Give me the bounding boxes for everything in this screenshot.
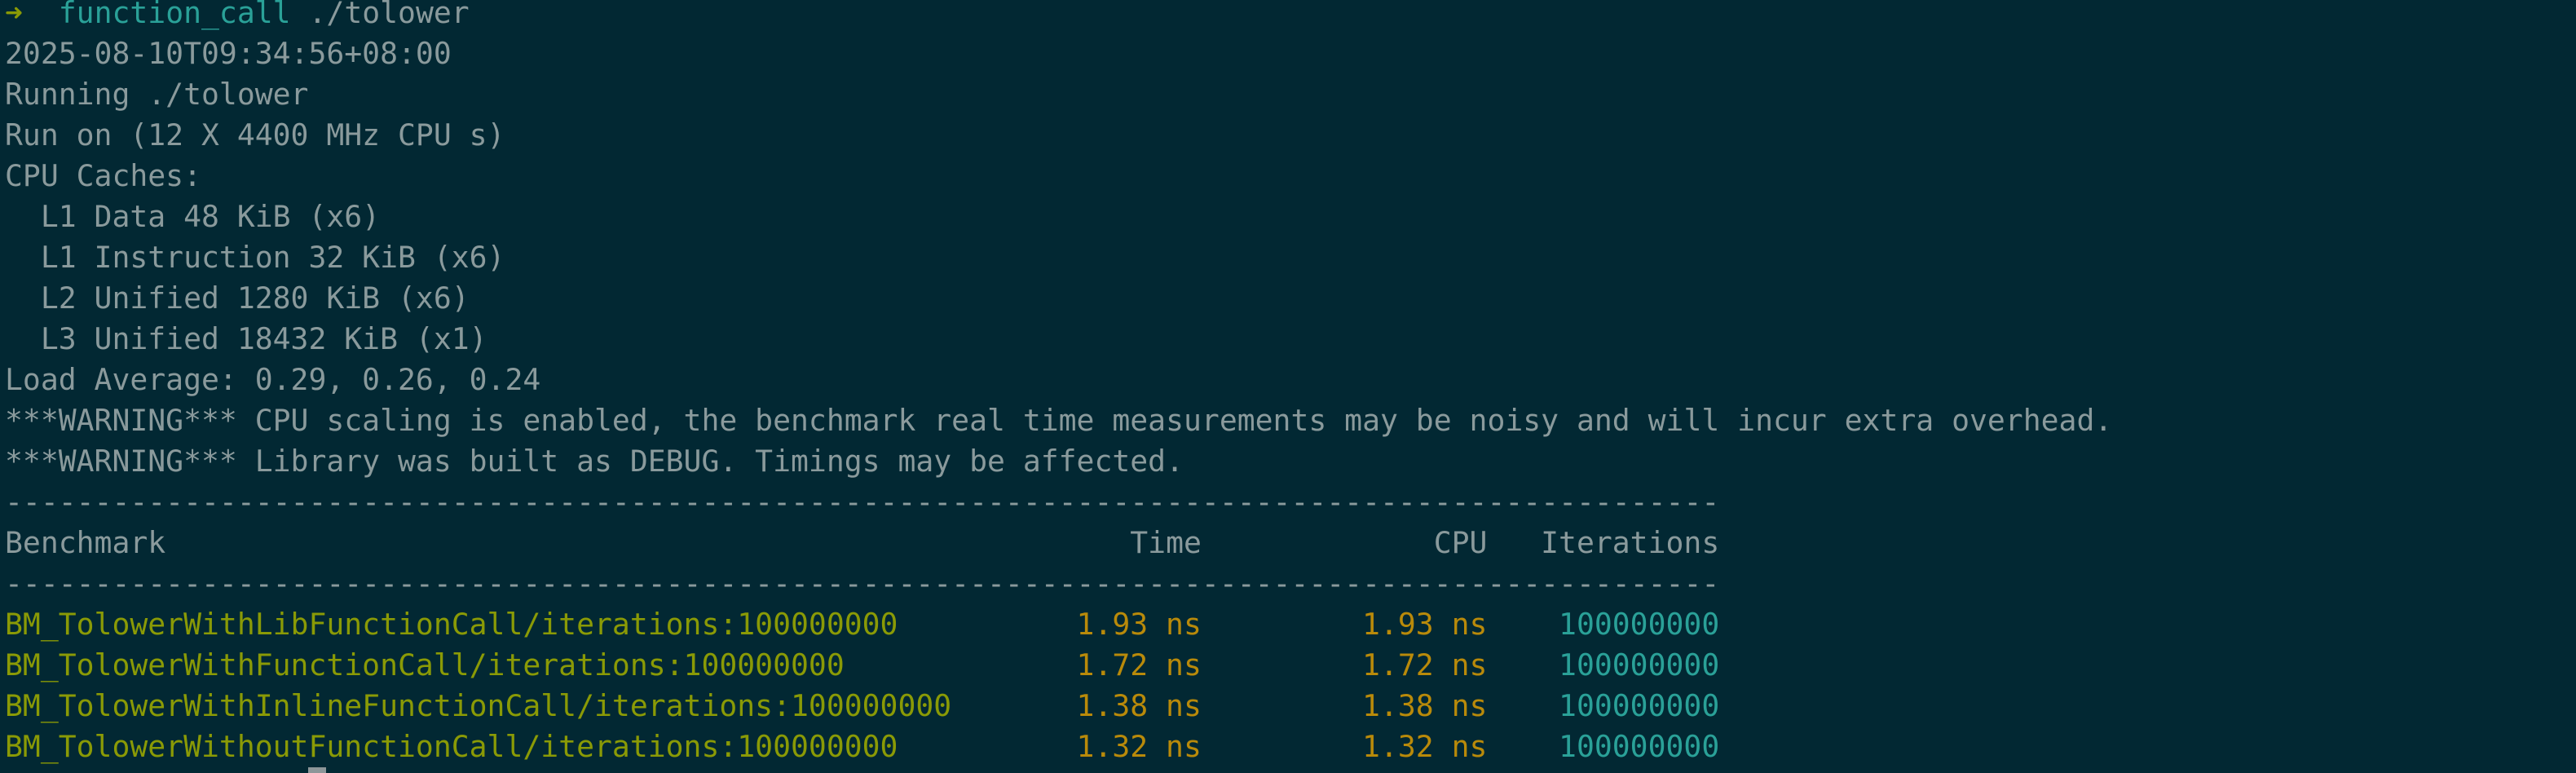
benchmark-iterations: 100000000	[1559, 688, 1720, 723]
output-line: Running ./tolower	[5, 77, 309, 112]
table-row: BM_TolowerWithLibFunctionCall/iterations…	[5, 604, 2112, 645]
table-row: BM_TolowerWithInlineFunctionCall/iterati…	[5, 686, 2112, 727]
separator: ----------------------------------------…	[5, 484, 1720, 519]
header-iterations: Iterations	[1541, 525, 1720, 560]
output-line: 2025-08-10T09:34:56+08:00	[5, 36, 452, 71]
separator: ----------------------------------------…	[5, 566, 1720, 601]
benchmark-iterations: 100000000	[1559, 607, 1720, 642]
benchmark-name: BM_TolowerWithLibFunctionCall/iterations…	[5, 607, 898, 642]
prompt-directory: function_call	[58, 0, 291, 30]
benchmark-iterations: 100000000	[1559, 729, 1720, 764]
warning-line: ***WARNING*** CPU scaling is enabled, th…	[5, 403, 2113, 438]
benchmark-cpu: 1.32 ns	[1362, 729, 1488, 764]
benchmark-cpu: 1.93 ns	[1362, 607, 1488, 642]
output-line: Load Average: 0.29, 0.26, 0.24	[5, 362, 541, 397]
table-row: BM_TolowerWithFunctionCall/iterations:10…	[5, 645, 2112, 686]
output-line: L1 Instruction 32 KiB (x6)	[5, 240, 505, 275]
benchmark-name: BM_TolowerWithInlineFunctionCall/iterati…	[5, 688, 952, 723]
prompt-arrow-icon: ➜	[5, 0, 23, 30]
header-cpu: CPU	[1433, 525, 1488, 560]
text-cursor	[308, 767, 327, 773]
table-header: Benchmark Time CPU Iterations	[5, 523, 2112, 563]
output-line: L3 Unified 18432 KiB (x1)	[5, 321, 487, 356]
output-line: L1 Data 48 KiB (x6)	[5, 199, 381, 234]
benchmark-cpu: 1.38 ns	[1362, 688, 1488, 723]
benchmark-time: 1.93 ns	[1076, 607, 1202, 642]
warning-line: ***WARNING*** Library was built as DEBUG…	[5, 444, 1184, 479]
cursor-line	[5, 767, 2112, 773]
output-line: Run on (12 X 4400 MHz CPU s)	[5, 117, 505, 152]
prompt-command: ./tolower	[308, 0, 470, 30]
output-line: L2 Unified 1280 KiB (x6)	[5, 280, 470, 316]
prompt-line: ➜ function_call ./tolower	[5, 0, 2112, 33]
benchmark-name: BM_TolowerWithFunctionCall/iterations:10…	[5, 647, 845, 682]
terminal[interactable]: ➜ function_call ./tolower 2025-08-10T09:…	[5, 0, 2112, 773]
header-benchmark: Benchmark	[5, 525, 166, 560]
header-time: Time	[1130, 525, 1202, 560]
benchmark-cpu: 1.72 ns	[1362, 647, 1488, 682]
benchmark-time: 1.72 ns	[1076, 647, 1202, 682]
benchmark-time: 1.32 ns	[1076, 729, 1202, 764]
output-line: CPU Caches:	[5, 158, 201, 193]
benchmark-time: 1.38 ns	[1076, 688, 1202, 723]
table-row: BM_TolowerWithoutFunctionCall/iterations…	[5, 727, 2112, 767]
benchmark-iterations: 100000000	[1559, 647, 1720, 682]
benchmark-name: BM_TolowerWithoutFunctionCall/iterations…	[5, 729, 898, 764]
